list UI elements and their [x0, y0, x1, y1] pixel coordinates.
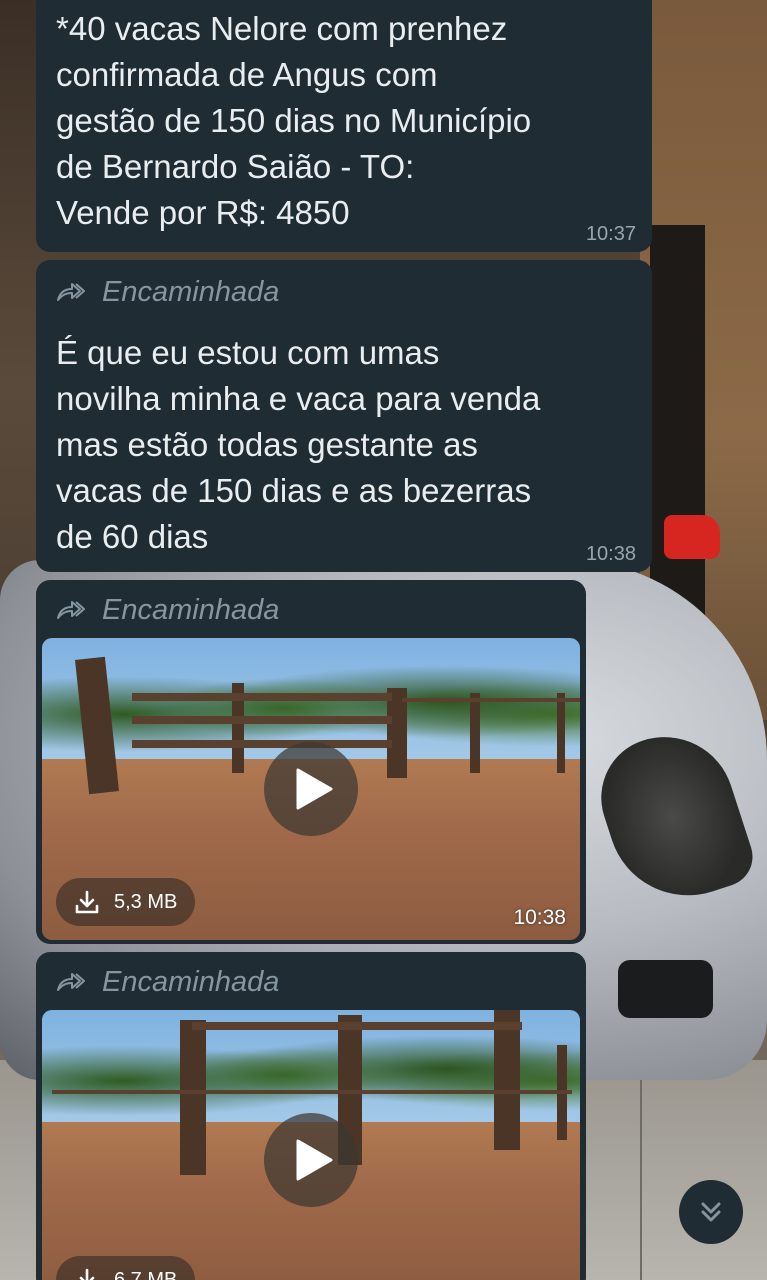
message-time: 10:38	[513, 906, 566, 929]
download-icon	[74, 1267, 100, 1280]
wallpaper-car-mirror	[664, 515, 720, 559]
message-text: *40 vacas Nelore com prenhez confirmada …	[56, 10, 532, 231]
wallpaper-car-foglight	[618, 960, 713, 1018]
fence-rail	[132, 740, 392, 748]
fence-rail	[192, 1022, 522, 1030]
download-size-pill[interactable]: 6,7 MB	[56, 1256, 196, 1280]
message-bubble[interactable]: *40 vacas Nelore com prenhez confirmada …	[36, 0, 652, 252]
fence-rail	[132, 693, 392, 701]
wallpaper-floor-line	[640, 1060, 642, 1280]
forward-icon	[56, 598, 86, 622]
forward-icon	[56, 970, 86, 994]
download-icon	[74, 889, 100, 915]
fence-rail	[402, 698, 580, 702]
forwarded-text: Encaminhada	[102, 275, 280, 308]
fence-post	[180, 1020, 206, 1175]
fence-post	[557, 693, 565, 773]
fence-rail	[132, 716, 392, 724]
forwarded-text: Encaminhada	[102, 593, 280, 626]
forward-icon	[56, 280, 86, 304]
video-message-bubble[interactable]: Encaminhada 6,7 MB	[36, 952, 586, 1280]
play-button[interactable]	[264, 742, 358, 836]
message-bubble[interactable]: Encaminhada É que eu estou com umas novi…	[36, 260, 652, 572]
play-icon	[296, 768, 333, 810]
fence-post	[494, 1010, 520, 1150]
double-chevron-down-icon	[701, 1202, 721, 1222]
message-time: 10:37	[585, 223, 636, 245]
fence-rail	[52, 1090, 572, 1094]
message-text: É que eu estou com umas novilha minha e …	[56, 334, 541, 555]
forwarded-text: Encaminhada	[102, 965, 280, 998]
play-button[interactable]	[264, 1113, 358, 1207]
scroll-to-bottom-button[interactable]	[679, 1180, 743, 1244]
forwarded-label: Encaminhada	[42, 962, 580, 1002]
video-file-size: 5,3 MB	[114, 890, 178, 913]
forwarded-label: Encaminhada	[56, 272, 652, 312]
video-message-bubble[interactable]: Encaminhada 5,3 MB 10:38	[36, 580, 586, 944]
forwarded-label: Encaminhada	[42, 590, 580, 630]
video-thumbnail[interactable]: 5,3 MB 10:38	[42, 638, 580, 940]
message-time: 10:38	[585, 543, 636, 565]
video-file-size: 6,7 MB	[114, 1268, 178, 1280]
download-size-pill[interactable]: 5,3 MB	[56, 878, 196, 926]
video-thumbnail[interactable]: 6,7 MB	[42, 1010, 580, 1280]
play-icon	[296, 1139, 333, 1181]
fence-post	[470, 693, 480, 773]
